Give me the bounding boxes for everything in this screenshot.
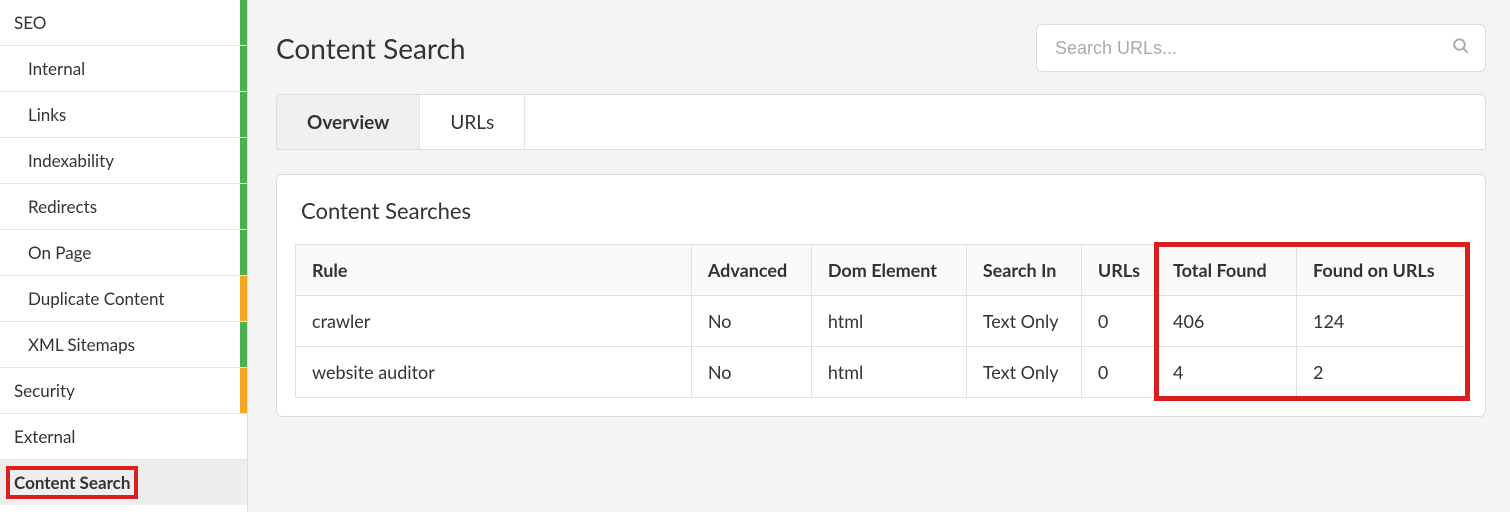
sidebar-item-label: On Page	[28, 242, 91, 263]
table-wrap: Rule Advanced Dom Element Search In URLs…	[277, 244, 1485, 416]
tab-label: URLs	[450, 111, 494, 134]
sidebar-item-on-page[interactable]: On Page	[0, 230, 247, 276]
search-input[interactable]	[1036, 24, 1486, 72]
status-marker	[240, 0, 247, 45]
main-content: Content Search Overview URLs Content Sea…	[248, 0, 1510, 512]
cell-rule: crawler	[296, 296, 692, 347]
sidebar-item-label: Links	[28, 104, 66, 125]
page-title: Content Search	[276, 31, 466, 65]
cell-found-on: 2	[1297, 347, 1467, 398]
sidebar-item-label: Internal	[28, 58, 85, 79]
table-row[interactable]: crawler No html Text Only 0 406 124	[296, 296, 1467, 347]
tab-label: Overview	[307, 111, 389, 134]
tab-overview[interactable]: Overview	[277, 95, 420, 149]
sidebar-item-redirects[interactable]: Redirects	[0, 184, 247, 230]
status-marker	[240, 230, 247, 275]
search-icon[interactable]	[1452, 37, 1470, 59]
cell-advanced: No	[691, 296, 811, 347]
cell-advanced: No	[691, 347, 811, 398]
cell-total-found: 4	[1157, 347, 1297, 398]
panel-title: Content Searches	[277, 175, 1485, 244]
table-row[interactable]: website auditor No html Text Only 0 4 2	[296, 347, 1467, 398]
sidebar-item-security[interactable]: Security	[0, 368, 247, 414]
sidebar-item-label: Duplicate Content	[28, 288, 164, 309]
status-marker	[240, 276, 247, 321]
main-header: Content Search	[276, 24, 1486, 72]
sidebar-item-label: Indexability	[28, 150, 114, 171]
sidebar-item-indexability[interactable]: Indexability	[0, 138, 247, 184]
cell-rule: website auditor	[296, 347, 692, 398]
highlight-box: Content Search	[6, 466, 138, 499]
sidebar-item-label: Security	[14, 380, 75, 401]
search-wrap	[1036, 24, 1486, 72]
cell-search-in: Text Only	[966, 347, 1081, 398]
cell-total-found: 406	[1157, 296, 1297, 347]
cell-found-on: 124	[1297, 296, 1467, 347]
sidebar-item-xml-sitemaps[interactable]: XML Sitemaps	[0, 322, 247, 368]
col-found-on-urls[interactable]: Found on URLs	[1297, 245, 1467, 296]
tabs: Overview URLs	[276, 94, 1486, 150]
status-marker	[240, 138, 247, 183]
sidebar-item-label: Redirects	[28, 196, 97, 217]
cell-urls: 0	[1081, 296, 1156, 347]
status-marker	[240, 322, 247, 367]
tab-urls[interactable]: URLs	[420, 95, 525, 149]
col-advanced[interactable]: Advanced	[691, 245, 811, 296]
cell-search-in: Text Only	[966, 296, 1081, 347]
content-searches-table: Rule Advanced Dom Element Search In URLs…	[295, 244, 1467, 398]
sidebar-item-label: External	[14, 426, 75, 447]
sidebar-item-label: SEO	[14, 12, 46, 33]
status-marker	[240, 92, 247, 137]
col-total-found[interactable]: Total Found	[1157, 245, 1297, 296]
cell-dom: html	[811, 347, 966, 398]
sidebar-item-duplicate-content[interactable]: Duplicate Content	[0, 276, 247, 322]
cell-dom: html	[811, 296, 966, 347]
sidebar-item-label: Content Search	[14, 472, 130, 493]
sidebar-item-seo[interactable]: SEO	[0, 0, 247, 46]
cell-urls: 0	[1081, 347, 1156, 398]
sidebar-item-links[interactable]: Links	[0, 92, 247, 138]
content-searches-panel: Content Searches Rule Advanced Dom Eleme…	[276, 174, 1486, 417]
table-header-row: Rule Advanced Dom Element Search In URLs…	[296, 245, 1467, 296]
sidebar-item-external[interactable]: External	[0, 414, 247, 460]
status-marker	[240, 368, 247, 413]
sidebar: SEO Internal Links Indexability Redirect…	[0, 0, 248, 512]
sidebar-item-internal[interactable]: Internal	[0, 46, 247, 92]
status-marker	[240, 184, 247, 229]
col-search-in[interactable]: Search In	[966, 245, 1081, 296]
col-dom-element[interactable]: Dom Element	[811, 245, 966, 296]
status-marker	[240, 46, 247, 91]
col-urls[interactable]: URLs	[1081, 245, 1156, 296]
col-rule[interactable]: Rule	[296, 245, 692, 296]
sidebar-item-label: XML Sitemaps	[28, 334, 135, 355]
sidebar-item-content-search[interactable]: Content Search	[0, 460, 247, 505]
